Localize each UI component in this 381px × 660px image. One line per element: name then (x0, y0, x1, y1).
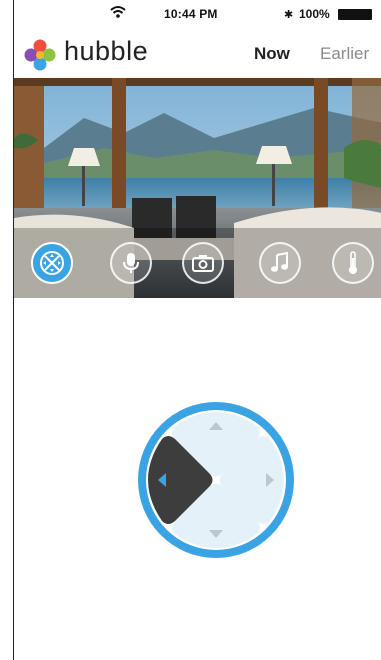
status-time: 10:44 PM (164, 7, 218, 21)
microphone-icon (123, 253, 139, 273)
tab-earlier[interactable]: Earlier (320, 44, 369, 64)
camera-icon (192, 255, 214, 272)
bluetooth-icon: ✱ (284, 9, 294, 21)
battery-percent: 100% (299, 7, 330, 21)
wifi-icon (110, 5, 126, 22)
lullaby-button[interactable] (259, 242, 301, 284)
status-bar: 10:44 PM ✱ 100% (14, 0, 381, 30)
thermometer-icon (349, 251, 357, 274)
dpad-icon (40, 251, 64, 275)
brand-name: hubble (64, 36, 149, 66)
pan-tilt-button[interactable] (31, 242, 73, 284)
app-screen: 10:44 PM ✱ 100% hubble Now Earlier (13, 0, 381, 660)
camera-controls (14, 236, 381, 292)
tab-now[interactable]: Now (254, 44, 290, 64)
music-note-icon (271, 252, 288, 272)
pan-tilt-dpad (138, 402, 294, 558)
temperature-button[interactable] (332, 242, 374, 284)
talk-button[interactable] (110, 242, 152, 284)
battery-icon (338, 9, 372, 20)
app-header: hubble Now Earlier (14, 30, 381, 78)
snapshot-button[interactable] (182, 242, 224, 284)
hubble-logo-icon (24, 39, 56, 71)
